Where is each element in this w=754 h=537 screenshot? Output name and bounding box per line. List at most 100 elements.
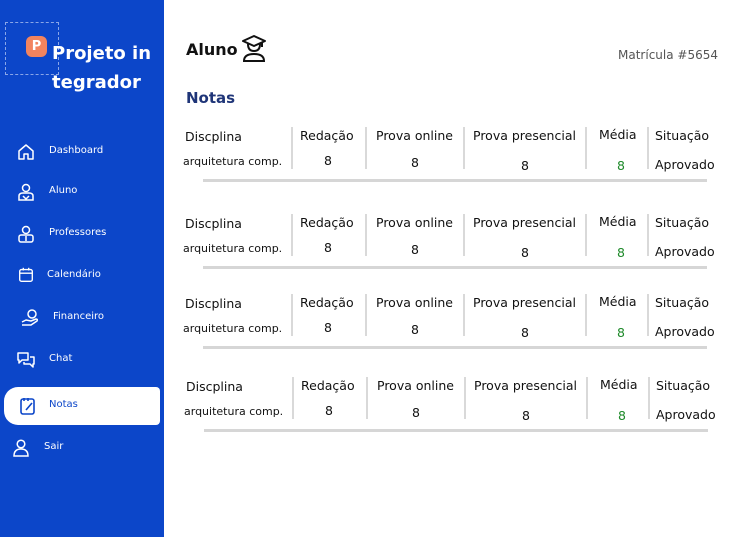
- sidebar-item-label: Aluno: [49, 185, 78, 196]
- cell-prova-presencial: 8: [521, 245, 529, 260]
- col-header-prova-presencial: Prova presencial: [473, 128, 576, 143]
- cell-prova-presencial: 8: [521, 325, 529, 340]
- cell-prova-presencial: 8: [522, 408, 530, 423]
- row-divider: [203, 346, 707, 349]
- col-header-disciplina: Discplina: [186, 379, 243, 394]
- cell-media: 8: [617, 158, 625, 173]
- cell-prova-online: 8: [411, 155, 419, 170]
- cell-media: 8: [618, 408, 626, 423]
- column-divider: [464, 377, 466, 419]
- sidebar-item-label: Dashboard: [49, 145, 104, 156]
- cell-situacao: Aprovado: [655, 157, 715, 172]
- col-header-media: Média: [599, 214, 637, 229]
- col-header-prova-online: Prova online: [377, 378, 454, 393]
- sidebar-item-aluno[interactable]: Aluno: [0, 173, 160, 211]
- cell-redacao: 8: [324, 320, 332, 335]
- col-header-redacao: Redação: [300, 295, 354, 310]
- col-header-redacao: Redação: [300, 215, 354, 230]
- col-header-prova-online: Prova online: [376, 295, 453, 310]
- cell-redacao: 8: [324, 240, 332, 255]
- column-divider: [585, 214, 587, 256]
- sidebar: P Projeto integrador Dashboard Aluno Pro…: [0, 0, 164, 537]
- col-header-disciplina: Discplina: [185, 216, 242, 231]
- col-header-situacao: Situação: [655, 295, 710, 310]
- cell-situacao: Aprovado: [655, 244, 715, 259]
- cell-media: 8: [617, 325, 625, 340]
- col-header-situacao: Situação: [655, 215, 710, 230]
- brand-name: Projeto integrador: [52, 43, 152, 93]
- student-icon: [18, 183, 34, 201]
- column-divider: [586, 377, 588, 419]
- main-content: Aluno Matrícula #5654 Notas Discplina Re…: [164, 0, 754, 537]
- col-header-redacao: Redação: [301, 378, 355, 393]
- cell-situacao: Aprovado: [656, 407, 716, 422]
- row-divider: [203, 266, 707, 269]
- col-header-disciplina: Discplina: [185, 129, 242, 144]
- notes-icon: [20, 398, 35, 415]
- home-icon: [18, 144, 34, 160]
- sidebar-item-label: Chat: [49, 353, 73, 364]
- column-divider: [585, 127, 587, 169]
- column-divider: [463, 294, 465, 336]
- section-title: Notas: [186, 89, 236, 107]
- col-header-prova-presencial: Prova presencial: [474, 378, 577, 393]
- col-header-prova-presencial: Prova presencial: [473, 215, 576, 230]
- cell-media: 8: [617, 245, 625, 260]
- grade-card: Discplina Redação Prova online Prova pre…: [183, 127, 715, 183]
- col-header-prova-online: Prova online: [376, 128, 453, 143]
- sidebar-item-label: Calendário: [47, 269, 101, 280]
- column-divider: [366, 377, 368, 419]
- sidebar-item-notas[interactable]: Notas: [4, 387, 160, 425]
- grade-card: Discplina Redação Prova online Prova pre…: [183, 294, 715, 350]
- col-header-situacao: Situação: [656, 378, 711, 393]
- column-divider: [463, 214, 465, 256]
- sidebar-item-professores[interactable]: Professores: [0, 215, 160, 253]
- sidebar-item-label: Notas: [49, 399, 78, 410]
- col-header-media: Média: [599, 127, 637, 142]
- cell-disciplina: arquitetura comp.: [184, 405, 284, 418]
- sidebar-item-financeiro[interactable]: Financeiro: [0, 299, 160, 337]
- sidebar-item-label: Sair: [44, 441, 64, 452]
- cell-disciplina: arquitetura comp.: [183, 242, 283, 255]
- sidebar-item-dashboard[interactable]: Dashboard: [0, 133, 160, 171]
- cell-redacao: 8: [324, 153, 332, 168]
- column-divider: [365, 127, 367, 169]
- cell-prova-presencial: 8: [521, 158, 529, 173]
- column-divider: [463, 127, 465, 169]
- sidebar-item-calendario[interactable]: Calendário: [0, 257, 160, 295]
- column-divider: [291, 127, 293, 169]
- calendar-icon: [19, 267, 33, 282]
- cell-prova-online: 8: [411, 242, 419, 257]
- finance-icon: [21, 309, 39, 326]
- col-header-disciplina: Discplina: [185, 296, 242, 311]
- col-header-situacao: Situação: [655, 128, 710, 143]
- registration-number: Matrícula #5654: [618, 48, 718, 62]
- cell-prova-online: 8: [412, 405, 420, 420]
- cell-disciplina: arquitetura comp.: [183, 155, 283, 168]
- sidebar-item-label: Professores: [49, 227, 107, 238]
- col-header-media: Média: [600, 377, 638, 392]
- column-divider: [365, 214, 367, 256]
- col-header-prova-presencial: Prova presencial: [473, 295, 576, 310]
- sidebar-item-chat[interactable]: Chat: [0, 341, 160, 379]
- chat-icon: [17, 352, 35, 368]
- cell-situacao: Aprovado: [655, 324, 715, 339]
- row-divider: [203, 179, 707, 182]
- teacher-icon: [18, 225, 34, 243]
- column-divider: [291, 294, 293, 336]
- logo-badge: P: [26, 36, 47, 57]
- column-divider: [365, 294, 367, 336]
- column-divider: [291, 214, 293, 256]
- page-title: Aluno: [186, 40, 238, 59]
- col-header-redacao: Redação: [300, 128, 354, 143]
- col-header-prova-online: Prova online: [376, 215, 453, 230]
- sidebar-item-sair[interactable]: Sair: [0, 429, 160, 467]
- user-icon: [13, 439, 29, 457]
- cell-disciplina: arquitetura comp.: [183, 322, 283, 335]
- grade-card: Discplina Redação Prova online Prova pre…: [184, 377, 716, 433]
- column-divider: [585, 294, 587, 336]
- grade-card: Discplina Redação Prova online Prova pre…: [183, 214, 715, 270]
- row-divider: [204, 429, 708, 432]
- col-header-media: Média: [599, 294, 637, 309]
- column-divider: [292, 377, 294, 419]
